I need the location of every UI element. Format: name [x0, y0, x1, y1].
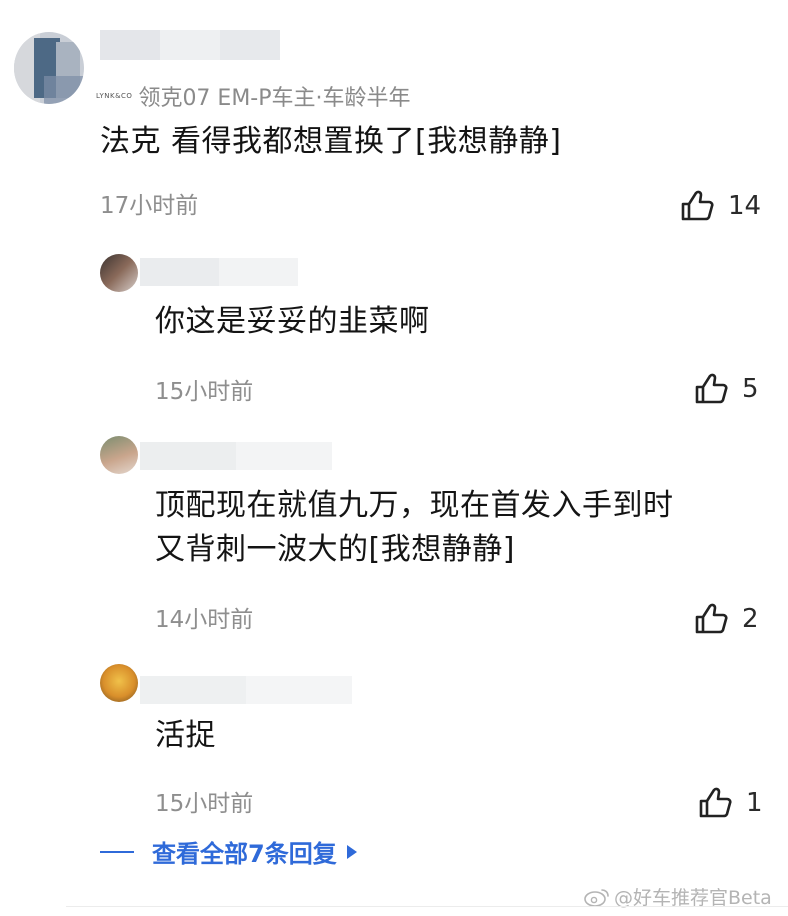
- reply-username-blurred[interactable]: [140, 442, 332, 470]
- comment-time: 17小时前: [100, 193, 199, 219]
- thumbs-up-icon: [695, 603, 728, 634]
- dash-divider: [100, 850, 134, 853]
- view-all-replies-link[interactable]: 查看全部7条回复: [100, 834, 357, 869]
- reply-content: 活捉: [155, 714, 216, 758]
- comment-content: 法克 看得我都想置换了[我想静静]: [100, 124, 562, 159]
- like-count: 1: [746, 788, 763, 818]
- reply-time: 15小时前: [155, 379, 254, 405]
- reply-like-button[interactable]: 2: [694, 603, 759, 635]
- reply-like-button[interactable]: 1: [698, 787, 763, 819]
- reply-line: 顶配现在就值九万，现在首发入手到时: [155, 488, 674, 523]
- user-meta: 领克07 EM-P车主·车龄半年: [138, 86, 411, 111]
- reply-like-button[interactable]: 5: [694, 373, 759, 405]
- avatar[interactable]: [14, 32, 84, 104]
- reply-username-blurred[interactable]: [140, 258, 298, 286]
- reply-line: 你这是妥妥的韭菜啊: [155, 304, 430, 339]
- triangle-right-icon: [346, 844, 357, 859]
- reply-username-blurred[interactable]: [140, 676, 352, 704]
- reply-time: 15小时前: [155, 791, 254, 817]
- brand-badge: LYNK&CO: [96, 92, 133, 100]
- reply-avatar[interactable]: [100, 254, 138, 292]
- divider: [66, 906, 788, 907]
- reply-avatar[interactable]: [100, 436, 138, 474]
- reply-content: 你这是妥妥的韭菜啊: [155, 300, 430, 344]
- reply-line: 活捉: [155, 718, 216, 753]
- like-count: 5: [742, 374, 759, 404]
- reply-line: 又背刺一波大的[我想静静]: [155, 532, 515, 567]
- thumbs-up-icon: [695, 373, 728, 404]
- username-blurred[interactable]: [100, 30, 280, 60]
- view-all-label: 查看全部7条回复: [152, 840, 337, 868]
- reply-time: 14小时前: [155, 607, 254, 633]
- like-count: 14: [728, 191, 762, 221]
- like-button[interactable]: 14: [680, 190, 761, 222]
- thumbs-up-icon: [681, 190, 714, 221]
- weibo-icon: [584, 888, 609, 907]
- reply-content: 顶配现在就值九万，现在首发入手到时 又背刺一波大的[我想静静]: [155, 484, 674, 572]
- user-meta-row: LYNK&CO 领克07 EM-P车主·车龄半年: [96, 80, 411, 112]
- like-count: 2: [742, 604, 759, 634]
- thumbs-up-icon: [699, 787, 732, 818]
- reply-avatar[interactable]: [100, 664, 138, 702]
